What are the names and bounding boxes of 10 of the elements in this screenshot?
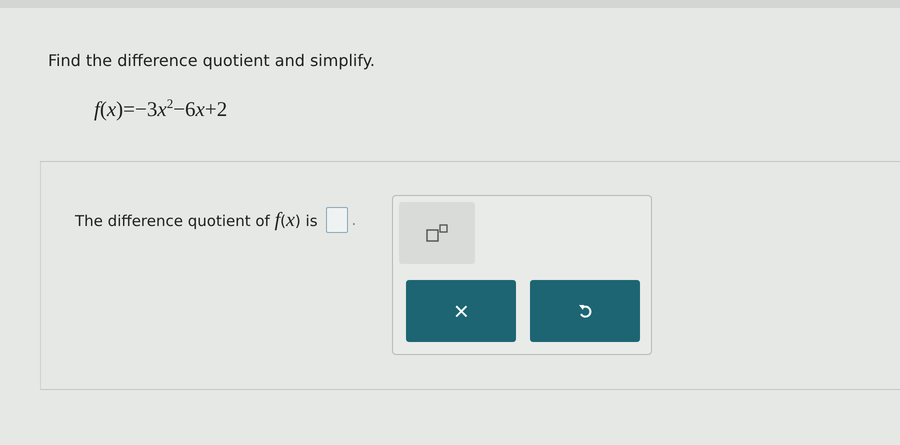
answer-field[interactable] <box>326 207 348 233</box>
undo-button[interactable] <box>530 280 640 342</box>
undo-icon <box>578 303 592 319</box>
answer-sentence: The difference quotient of f(x) is <box>75 208 318 232</box>
sentence-period: . <box>352 211 356 229</box>
clear-button[interactable]: × <box>406 280 516 342</box>
question-text: Find the difference quotient and simplify. <box>48 51 376 70</box>
exponent-button[interactable] <box>399 202 476 264</box>
exponent-icon <box>426 224 448 242</box>
function-formula: f(x)=−3x$^{2}$−6x+2 <box>94 96 228 122</box>
